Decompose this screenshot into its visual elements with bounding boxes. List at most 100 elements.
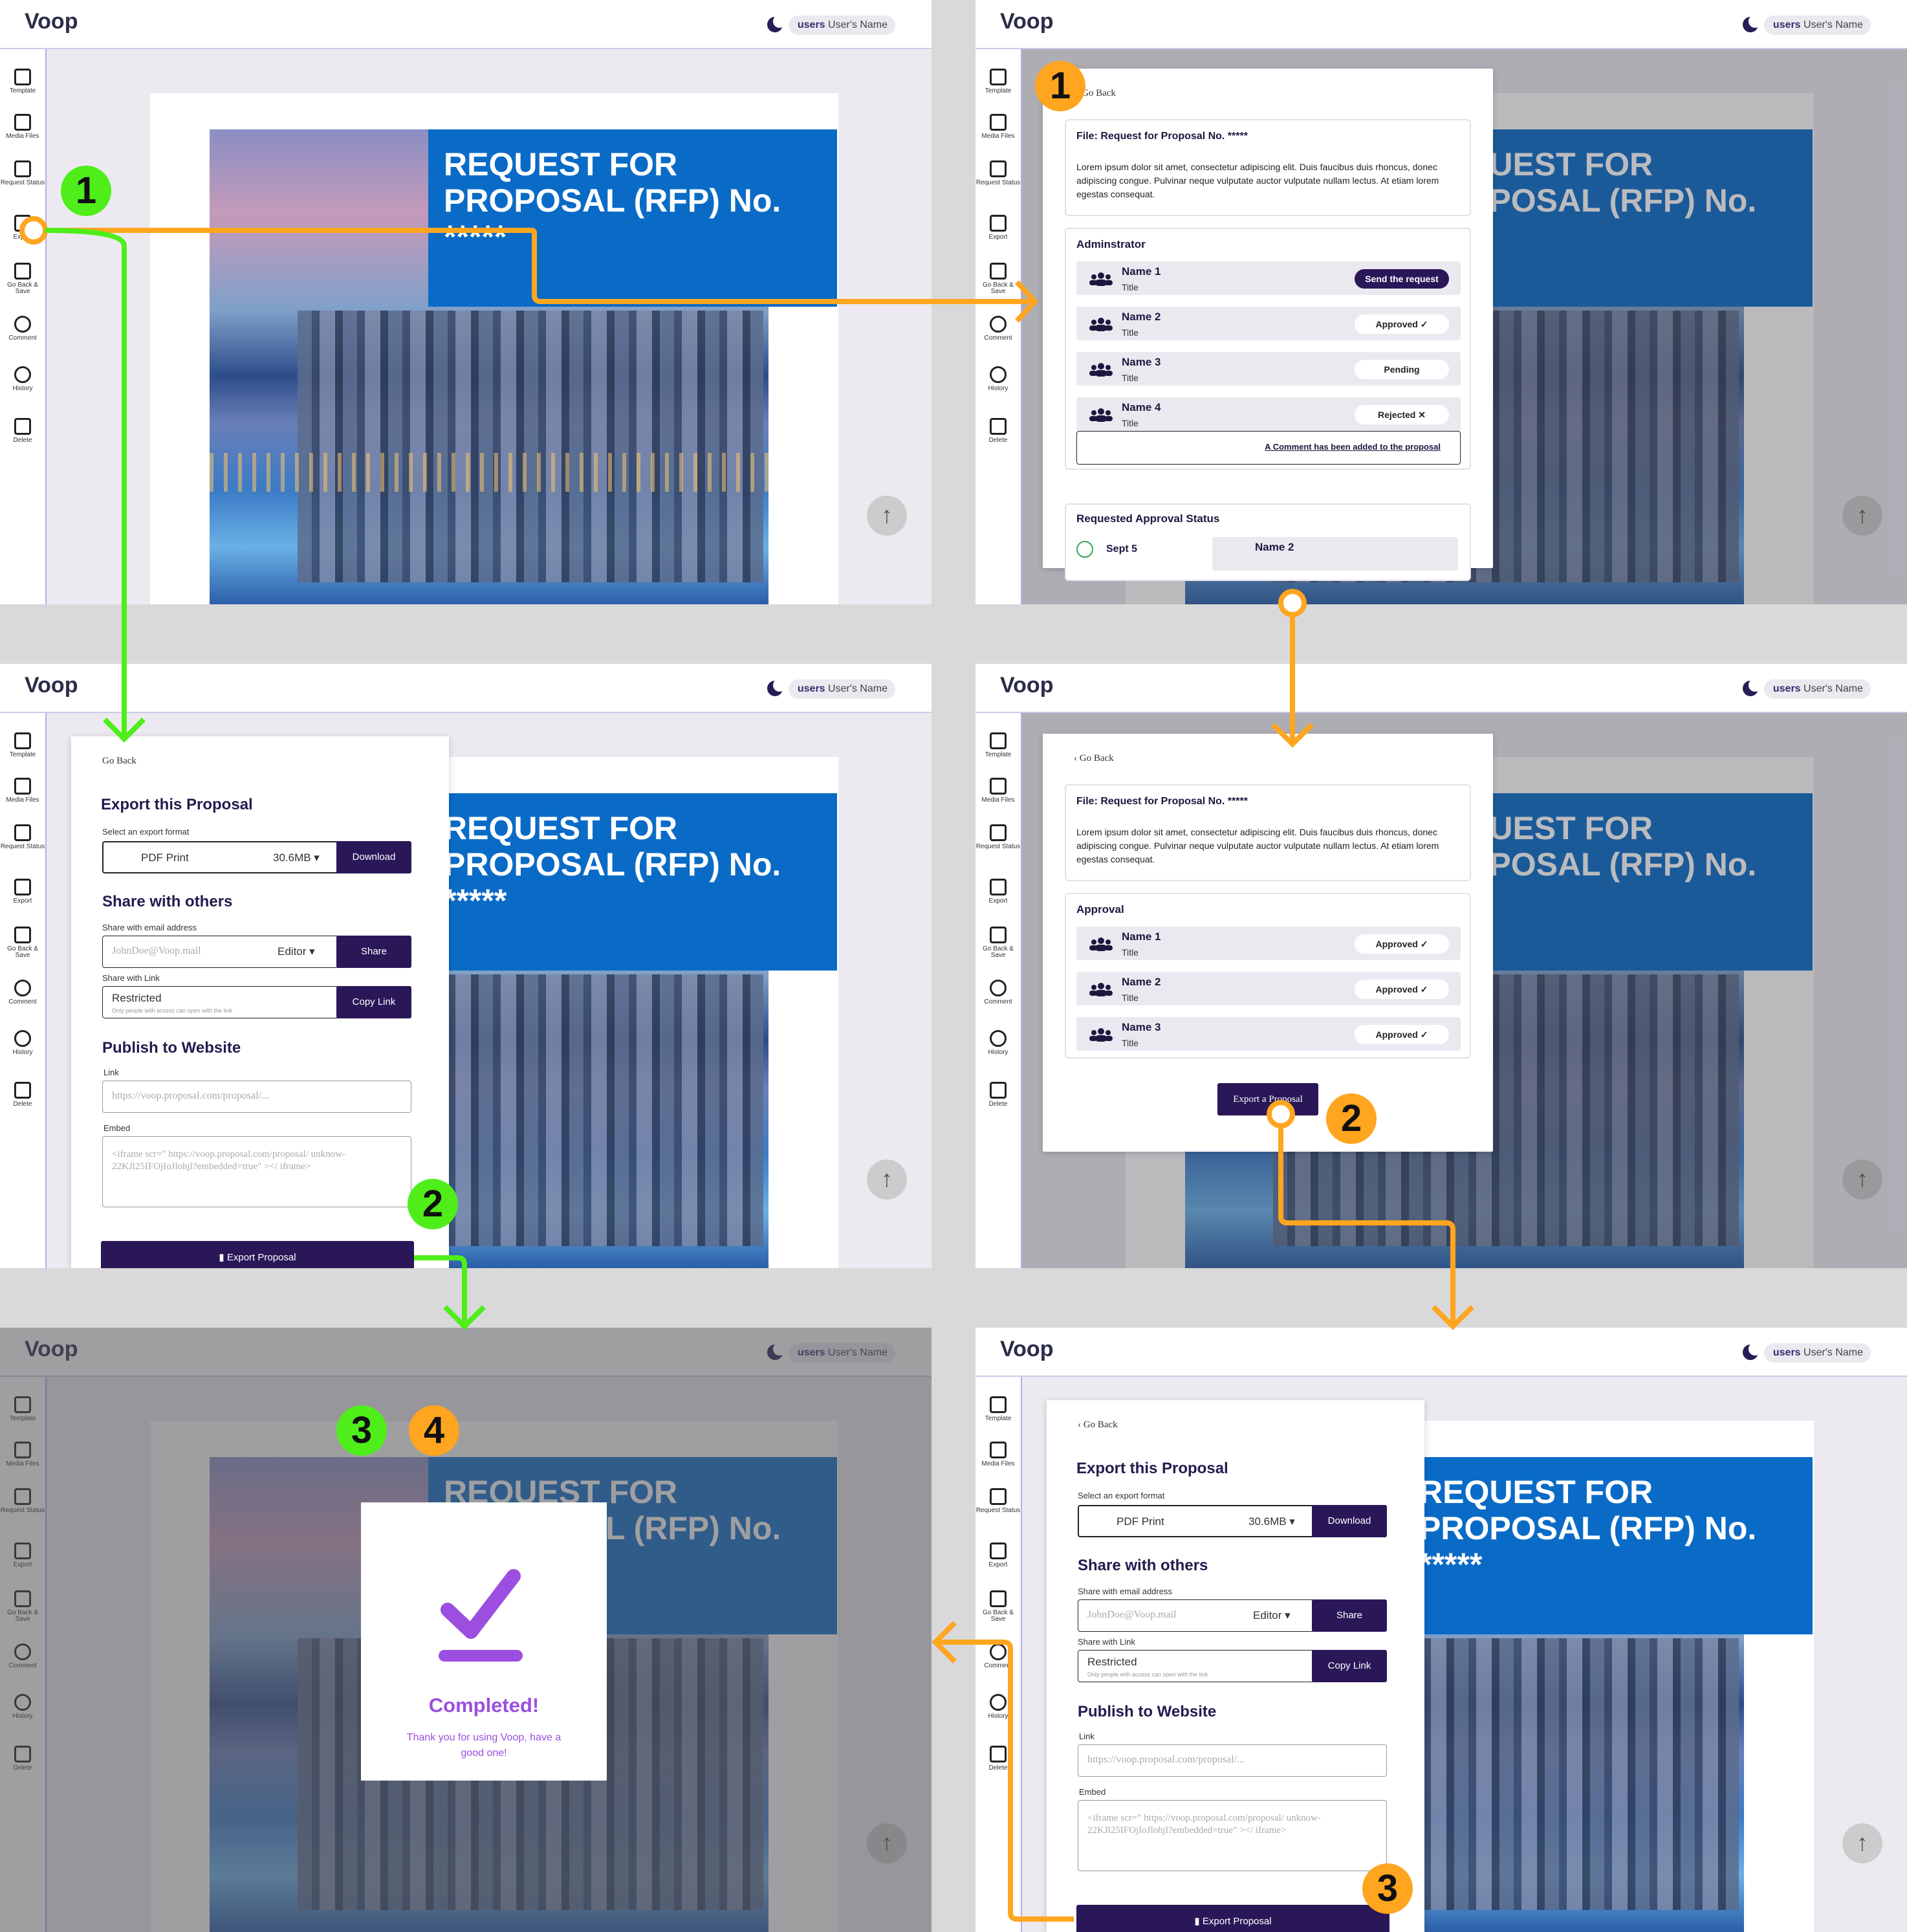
users-icon <box>1089 272 1113 286</box>
sidebar-item-export[interactable]: Export <box>0 879 45 905</box>
dark-mode-icon[interactable] <box>1743 679 1761 696</box>
scroll-up-icon[interactable]: ↑ <box>867 496 907 536</box>
format-select[interactable]: PDF Print 30.6MB ▾ <box>1078 1505 1317 1537</box>
sidebar-item-media[interactable]: Media Files <box>0 778 45 804</box>
sidebar-item-delete[interactable]: Delete <box>0 1082 45 1108</box>
embed-textarea[interactable]: <iframe scr=" https://voop.proposal.com/… <box>102 1136 411 1207</box>
scroll-up-icon[interactable]: ↑ <box>1842 1823 1882 1863</box>
sidebar-item-comment[interactable]: Comment <box>975 980 1021 1005</box>
file-size: 30.6MB ▾ <box>1248 1515 1295 1528</box>
sidebar-item-go-back-save[interactable]: Go Back & Save <box>975 263 1021 295</box>
sidebar-item-template[interactable]: Template <box>975 1396 1021 1422</box>
sidebar-item-delete[interactable]: Delete <box>975 418 1021 444</box>
dark-mode-icon[interactable] <box>767 15 786 32</box>
sidebar-item-export[interactable]: Export <box>975 879 1021 905</box>
link-access-select[interactable]: Restricted Only people with access can o… <box>102 986 342 1018</box>
document-title: REQUEST FOR PROPOSAL (RFP) No. ***** <box>1419 1474 1757 1583</box>
export-icon <box>14 879 31 895</box>
sidebar-item-go-back-save[interactable]: Go Back & Save <box>975 927 1021 959</box>
comment-notice[interactable]: A Comment has been added to the proposal <box>1076 431 1461 465</box>
go-back-link[interactable]: Go Back <box>102 756 136 767</box>
export-a-proposal-button[interactable]: Export a Proposal <box>1217 1083 1318 1115</box>
embed-placeholder: <iframe scr=" https://voop.proposal.com/… <box>1087 1813 1321 1836</box>
share-button[interactable]: Share <box>336 936 411 968</box>
access-value: Restricted <box>1087 1656 1137 1668</box>
role-select[interactable]: Editor ▾ <box>1253 1609 1291 1622</box>
sidebar-item-comment[interactable]: Comment <box>0 980 45 1005</box>
email-field[interactable]: JohnDoe@Voop.mail Editor ▾ <box>102 936 342 968</box>
sidebar-item-comment[interactable]: Comment <box>0 316 45 342</box>
sidebar-item-delete[interactable]: Delete <box>975 1746 1021 1772</box>
sidebar-item-history[interactable]: History <box>975 1694 1021 1720</box>
sidebar-item-media[interactable]: Media Files <box>0 114 45 140</box>
download-button[interactable]: Download <box>336 841 411 873</box>
sidebar-item-request-status[interactable]: Request Status <box>975 824 1021 850</box>
go-back-link[interactable]: Go Back <box>1082 88 1116 99</box>
dark-mode-icon[interactable] <box>1743 15 1761 32</box>
publish-link-input[interactable]: https://voop.proposal.com/proposal/... <box>102 1081 411 1113</box>
sidebar-item-history[interactable]: History <box>0 366 45 392</box>
go-back-link[interactable]: ‹ Go Back <box>1074 753 1114 764</box>
sidebar-item-request-status[interactable]: Request Status <box>975 1488 1021 1514</box>
sidebar-item-delete[interactable]: Delete <box>0 418 45 444</box>
sidebar-item-comment[interactable]: Comment <box>975 1643 1021 1669</box>
list-item: Name 4 Title Rejected ✕ <box>1076 397 1461 431</box>
sidebar-item-request-status[interactable]: Request Status <box>0 160 45 186</box>
sidebar-item-go-back-save[interactable]: Go Back & Save <box>975 1590 1021 1623</box>
app-logo: Voop <box>25 9 78 34</box>
sidebar-item-export[interactable]: Export <box>975 1542 1021 1568</box>
sidebar-item-template[interactable]: Template <box>975 69 1021 94</box>
send-request-button[interactable]: Send the request <box>1355 269 1449 289</box>
top-bar: Voop users User's Name <box>0 664 932 713</box>
format-select[interactable]: PDF Print 30.6MB ▾ <box>102 841 342 873</box>
link-placeholder: https://voop.proposal.com/proposal/... <box>112 1090 270 1101</box>
user-menu[interactable]: users User's Name <box>788 16 895 35</box>
screen-export-2: Voop users User's Name REQUEST FOR PROPO… <box>975 1328 1907 1932</box>
link-access-select[interactable]: Restricted Only people with access can o… <box>1078 1650 1317 1682</box>
sidebar-item-go-back-save[interactable]: Go Back & Save <box>0 927 45 959</box>
status-badge: Pending <box>1355 360 1449 379</box>
sidebar-item-history[interactable]: History <box>0 1030 45 1056</box>
screen-completed: Voop users User's Name Template Media Fi… <box>0 1328 932 1932</box>
user-menu[interactable]: users User's Name <box>788 679 895 699</box>
dark-mode-icon[interactable] <box>767 679 786 696</box>
sidebar-item-history[interactable]: History <box>975 1030 1021 1056</box>
publish-link-input[interactable]: https://voop.proposal.com/proposal/... <box>1078 1744 1387 1777</box>
sidebar-item-export[interactable]: Export <box>0 215 45 241</box>
scroll-up-icon[interactable]: ↑ <box>867 1159 907 1200</box>
sidebar-item-request-status[interactable]: Request Status <box>0 824 45 850</box>
sidebar-item-media[interactable]: Media Files <box>975 1442 1021 1467</box>
export-proposal-button[interactable]: ▮ Export Proposal <box>101 1241 414 1268</box>
sidebar-item-delete[interactable]: Delete <box>975 1082 1021 1108</box>
screen-request-status: Voop users User's Name REQUEST FOR PROPO… <box>975 0 1907 604</box>
sidebar-item-template[interactable]: Template <box>0 732 45 758</box>
copy-link-button[interactable]: Copy Link <box>336 986 411 1018</box>
sidebar-item-request-status[interactable]: Request Status <box>975 160 1021 186</box>
share-button[interactable]: Share <box>1312 1599 1387 1632</box>
copy-link-button[interactable]: Copy Link <box>1312 1650 1387 1682</box>
sidebar-item-media[interactable]: Media Files <box>975 778 1021 804</box>
sidebar-item-go-back-save[interactable]: Go Back & Save <box>0 263 45 295</box>
download-button[interactable]: Download <box>1312 1505 1387 1537</box>
dark-mode-icon[interactable] <box>1743 1343 1761 1360</box>
embed-textarea[interactable]: <iframe scr=" https://voop.proposal.com/… <box>1078 1800 1387 1871</box>
sidebar-item-media[interactable]: Media Files <box>975 114 1021 140</box>
format-value: PDF Print <box>141 851 189 864</box>
publish-heading: Publish to Website <box>1078 1703 1217 1720</box>
sidebar-item-history[interactable]: History <box>975 366 1021 392</box>
sidebar-item-comment[interactable]: Comment <box>975 316 1021 342</box>
sidebar-item-template[interactable]: Template <box>0 69 45 94</box>
go-back-link[interactable]: ‹ Go Back <box>1078 1420 1118 1431</box>
sidebar-item-template[interactable]: Template <box>975 732 1021 758</box>
user-menu[interactable]: users User's Name <box>1763 1343 1871 1363</box>
comment-link[interactable]: A Comment has been added to the proposal <box>1265 442 1441 452</box>
user-menu[interactable]: users User's Name <box>1763 16 1871 35</box>
export-proposal-button[interactable]: ▮ Export Proposal <box>1076 1905 1389 1932</box>
email-field[interactable]: JohnDoe@Voop.mail Editor ▾ <box>1078 1599 1317 1632</box>
image-icon <box>14 778 31 795</box>
sidebar-item-export[interactable]: Export <box>975 215 1021 241</box>
file-icon: ▮ <box>219 1252 227 1263</box>
export-panel: Go Back Export this Proposal Select an e… <box>71 736 449 1268</box>
role-select[interactable]: Editor ▾ <box>278 945 315 958</box>
user-menu[interactable]: users User's Name <box>1763 679 1871 699</box>
